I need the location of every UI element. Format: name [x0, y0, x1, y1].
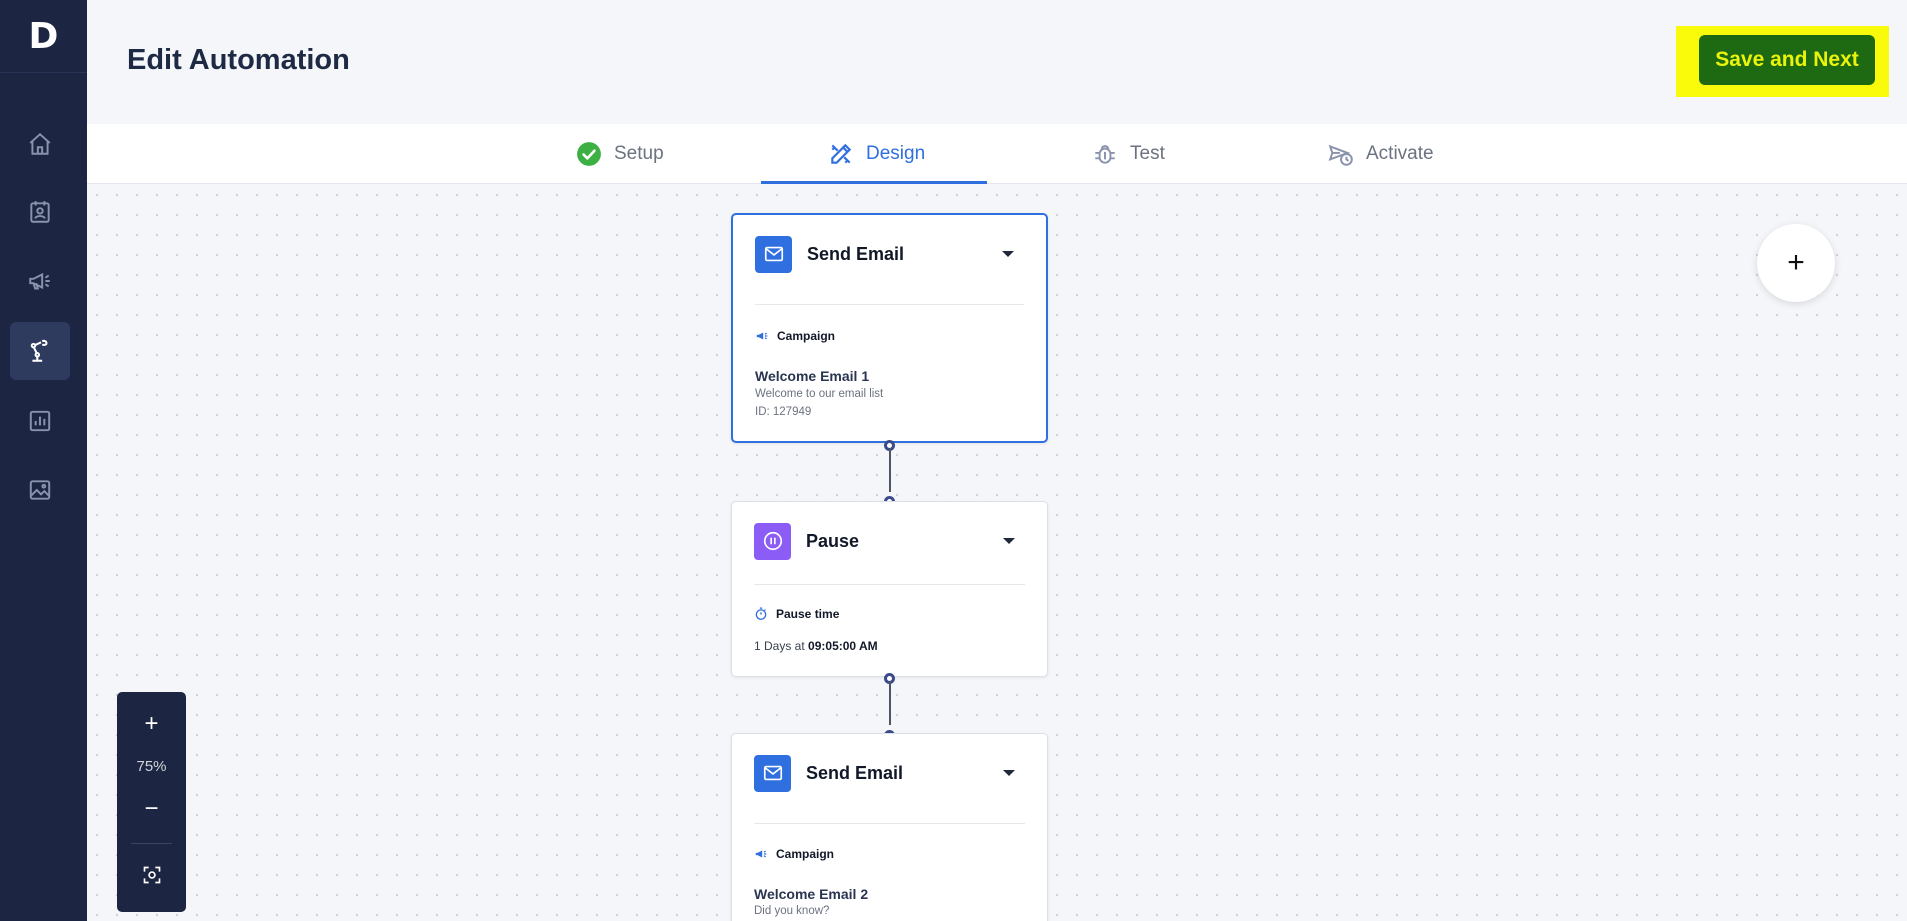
- automation-canvas[interactable]: Send Email Campaign Welcome Email 1 Welc…: [87, 185, 1907, 921]
- node-divider: [754, 823, 1025, 824]
- tab-label: Design: [866, 143, 926, 164]
- robot-arm-icon: [30, 339, 48, 362]
- app-logo[interactable]: D: [0, 0, 87, 73]
- megaphone-icon: [755, 850, 767, 858]
- pause-clock-time: 09:05:00 AM: [808, 639, 878, 653]
- send-clock-icon: [1328, 144, 1353, 166]
- pause-time-value: 1 Days at 09:05:00 AM: [754, 639, 878, 653]
- fit-screen-icon: [143, 866, 160, 884]
- wizard-tabs: Setup Design Test Activate: [87, 124, 1907, 184]
- node-menu-caret[interactable]: [1003, 538, 1015, 544]
- sidebar-item-automation[interactable]: [10, 322, 70, 380]
- tab-design[interactable]: Design: [828, 124, 925, 184]
- tab-test[interactable]: Test: [1092, 124, 1165, 184]
- sidebar-item-contacts[interactable]: [10, 183, 70, 241]
- zoom-level: 75%: [136, 758, 167, 775]
- node-divider: [754, 584, 1025, 585]
- bug-icon: [1095, 145, 1115, 164]
- tab-setup[interactable]: Setup: [576, 124, 664, 184]
- connector-line: [889, 681, 891, 725]
- megaphone-icon: [29, 272, 50, 290]
- add-node-button[interactable]: +: [1757, 224, 1835, 302]
- megaphone-icon: [756, 332, 768, 340]
- logo-letter: D: [28, 15, 59, 57]
- campaign-label: Campaign: [776, 847, 835, 861]
- mail-icon: [754, 754, 791, 792]
- node-title: Pause: [806, 530, 860, 551]
- pause-node[interactable]: Pause Pause time 1 Days at 09:05:00 AM: [731, 501, 1048, 677]
- home-icon: [29, 132, 51, 155]
- campaign-label: Campaign: [777, 329, 836, 343]
- campaign-name: Welcome Email 1: [755, 368, 870, 384]
- campaign-label-row: Campaign: [755, 329, 835, 343]
- page-header: Edit Automation: [87, 0, 1907, 124]
- sidebar-item-home[interactable]: [10, 115, 70, 173]
- active-tab-indicator: [761, 181, 987, 184]
- zoom-in-button[interactable]: +: [117, 704, 186, 744]
- zoom-controls: + 75% −: [117, 692, 186, 912]
- page-title: Edit Automation: [127, 44, 350, 76]
- node-divider: [755, 304, 1024, 305]
- campaign-description: Did you know?: [754, 905, 830, 917]
- campaign-label-row: Campaign: [754, 847, 834, 861]
- zoom-out-button[interactable]: −: [117, 789, 186, 829]
- pause-time-row: Pause time: [754, 607, 839, 621]
- image-icon: [29, 480, 51, 500]
- send-email-node-2[interactable]: Send Email Campaign Welcome Email 2 Did …: [731, 733, 1048, 921]
- sidebar-item-media[interactable]: [10, 461, 70, 519]
- fit-view-button[interactable]: [117, 855, 186, 895]
- tab-activate[interactable]: Activate: [1328, 124, 1434, 184]
- chart-icon: [29, 410, 51, 432]
- campaign-id: ID: 127949: [755, 406, 812, 418]
- sidebar: D: [0, 0, 87, 921]
- tab-label: Activate: [1366, 143, 1434, 164]
- mail-icon: [755, 235, 792, 273]
- pause-time-label: Pause time: [776, 607, 840, 621]
- pause-icon: [754, 522, 791, 560]
- pause-days: 1 Days at: [754, 639, 805, 653]
- node-menu-caret[interactable]: [1002, 251, 1014, 257]
- node-title: Send Email: [806, 762, 904, 783]
- send-email-node-1[interactable]: Send Email Campaign Welcome Email 1 Welc…: [731, 213, 1048, 443]
- node-menu-caret[interactable]: [1003, 770, 1015, 776]
- save-and-next-button[interactable]: Save and Next: [1699, 35, 1875, 85]
- campaign-description: Welcome to our email list: [755, 388, 884, 400]
- stopwatch-icon: [755, 607, 767, 620]
- tab-label: Setup: [614, 143, 664, 164]
- check-circle-icon: [577, 142, 601, 166]
- zoom-divider: [131, 843, 172, 844]
- sidebar-item-campaigns[interactable]: [10, 252, 70, 310]
- contacts-icon: [30, 201, 50, 223]
- tab-label: Test: [1130, 143, 1165, 164]
- node-title: Send Email: [807, 243, 905, 264]
- connector-line: [889, 448, 891, 492]
- sidebar-item-reports[interactable]: [10, 392, 70, 450]
- campaign-name: Welcome Email 2: [754, 886, 869, 902]
- design-tools-icon: [831, 143, 852, 164]
